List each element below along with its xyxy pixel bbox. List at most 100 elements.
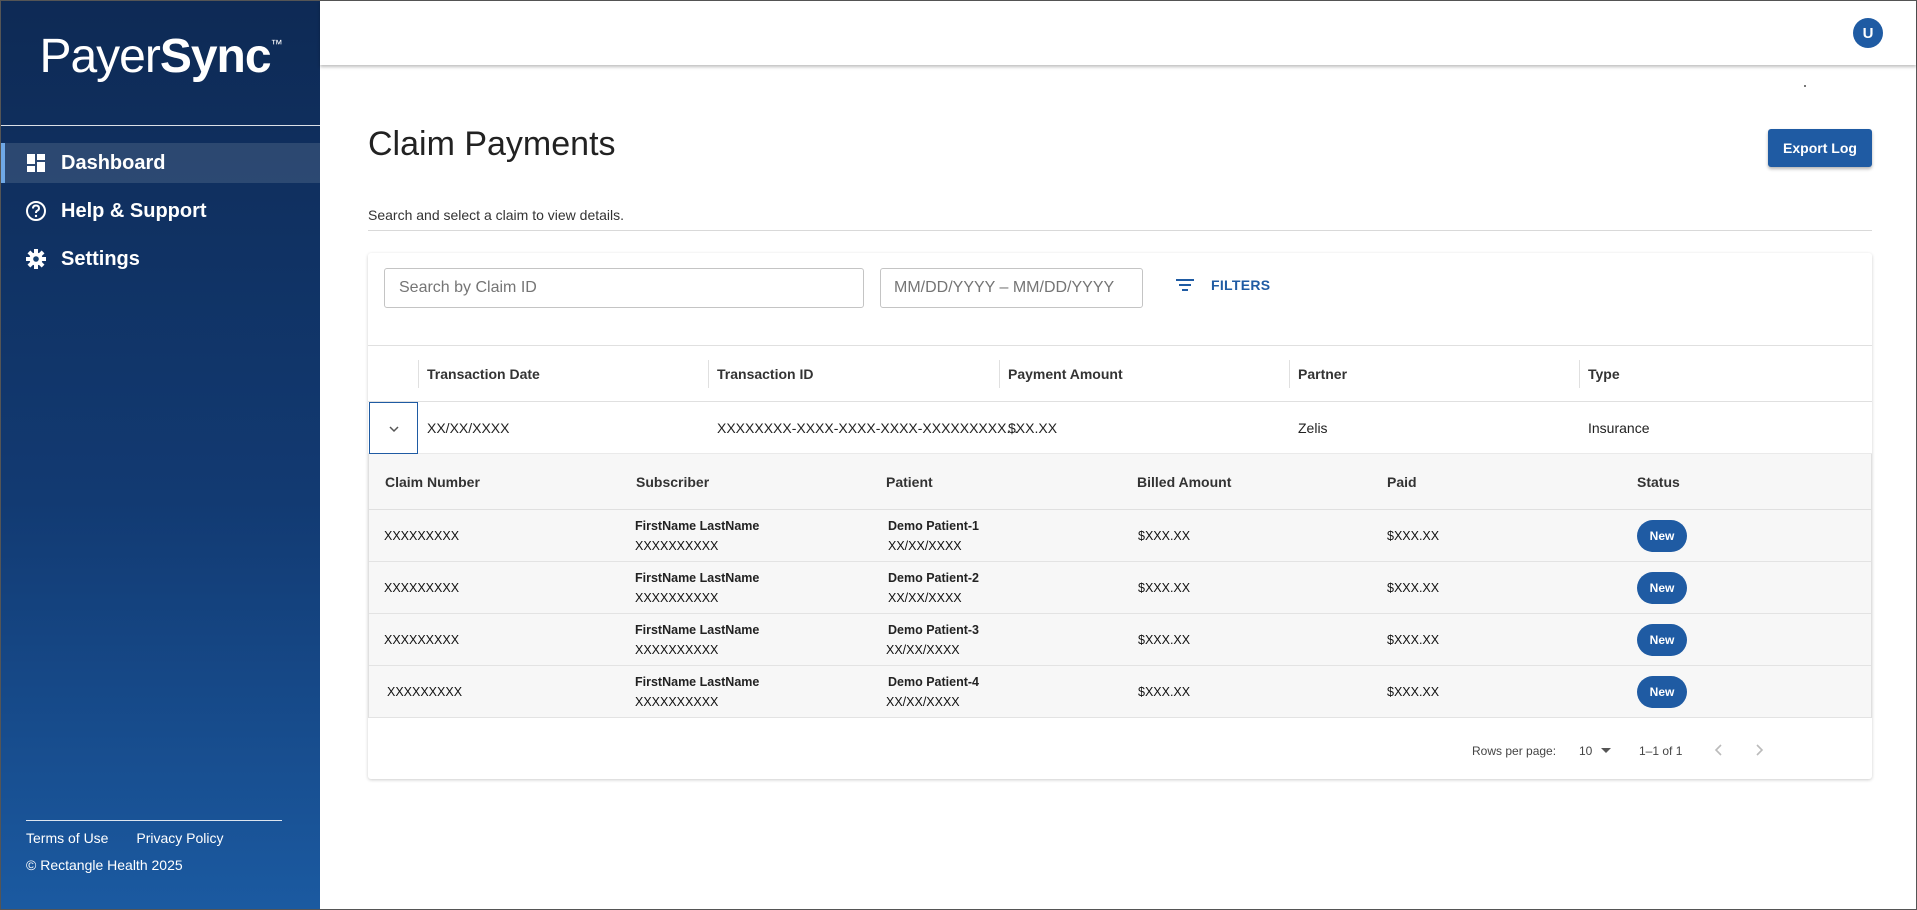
column-header-partner[interactable]: Partner bbox=[1289, 346, 1347, 402]
column-header-subscriber: Subscriber bbox=[636, 474, 710, 490]
sidebar-item-label: Dashboard bbox=[61, 151, 166, 174]
row-expand-button[interactable] bbox=[369, 402, 418, 454]
sidebar-footer: Terms of Use Privacy Policy © Rectangle … bbox=[26, 820, 282, 873]
privacy-policy-link[interactable]: Privacy Policy bbox=[136, 830, 223, 846]
column-header-claim-number: Claim Number bbox=[385, 474, 480, 490]
caret-down-icon bbox=[1601, 748, 1612, 754]
subscriber-name: FirstName LastName bbox=[635, 623, 760, 637]
claim-row[interactable]: XXXXXXXXX FirstName LastName XXXXXXXXXX … bbox=[369, 562, 1871, 614]
claims-detail-header: Claim Number Subscriber Patient Billed A… bbox=[369, 454, 1871, 510]
column-header-transaction-id[interactable]: Transaction ID bbox=[708, 346, 813, 402]
trademark-mark: ™ bbox=[270, 37, 283, 51]
patient-dob: XX/XX/XXXX bbox=[888, 591, 962, 605]
help-circle-icon bbox=[25, 200, 47, 222]
claim-number-cell: XXXXXXXXX bbox=[387, 685, 463, 699]
billed-amount-cell: $XXX.XX bbox=[1138, 581, 1191, 595]
rows-per-page-value: 10 bbox=[1579, 744, 1593, 758]
column-header-payment-amount[interactable]: Payment Amount bbox=[999, 346, 1123, 402]
paid-amount-cell: $XXX.XX bbox=[1387, 633, 1440, 647]
transactions-table: Transaction Date Transaction ID Payment … bbox=[368, 345, 1872, 718]
claim-number-cell: XXXXXXXXX bbox=[384, 633, 460, 647]
patient-dob: XX/XX/XXXX bbox=[886, 695, 960, 709]
date-range-input[interactable] bbox=[880, 268, 1143, 308]
status-badge[interactable]: New bbox=[1637, 572, 1687, 604]
partner-cell: Zelis bbox=[1298, 420, 1328, 436]
claim-row[interactable]: XXXXXXXXX FirstName LastName XXXXXXXXXX … bbox=[369, 666, 1871, 718]
claim-number-cell: XXXXXXXXX bbox=[384, 529, 460, 543]
billed-amount-cell: $XXX.XX bbox=[1138, 529, 1191, 543]
status-badge[interactable]: New bbox=[1637, 676, 1687, 708]
claims-card: FILTERS Transaction Date Transaction ID … bbox=[368, 253, 1872, 779]
chevron-down-icon bbox=[388, 420, 400, 436]
table-header: Transaction Date Transaction ID Payment … bbox=[368, 346, 1872, 402]
rows-per-page-label: Rows per page: bbox=[1472, 744, 1557, 758]
subscriber-name: FirstName LastName bbox=[635, 571, 760, 585]
table-row[interactable]: XX/XX/XXXX XXXXXXXX-XXXX-XXXX-XXXX-XXXXX… bbox=[368, 402, 1872, 454]
billed-amount-cell: $XXX.XX bbox=[1138, 685, 1191, 699]
column-header-paid: Paid bbox=[1387, 474, 1417, 490]
decorative-dot bbox=[1804, 85, 1806, 87]
sidebar-nav: Dashboard Help & Support Settings bbox=[1, 143, 320, 287]
sidebar-item-label: Settings bbox=[61, 247, 140, 270]
claim-row[interactable]: XXXXXXXXX FirstName LastName XXXXXXXXXX … bbox=[369, 614, 1871, 666]
logo-text-payer: Payer bbox=[39, 30, 160, 83]
chevron-left-icon bbox=[1714, 744, 1722, 756]
patient-name: Demo Patient-2 bbox=[888, 571, 979, 585]
copyright-text: © Rectangle Health 2025 bbox=[26, 857, 183, 873]
next-page-button[interactable] bbox=[1749, 740, 1769, 763]
column-header-status: Status bbox=[1637, 474, 1680, 490]
user-avatar[interactable]: U bbox=[1853, 18, 1883, 48]
sidebar-item-help-support[interactable]: Help & Support bbox=[1, 191, 320, 231]
patient-dob: XX/XX/XXXX bbox=[886, 643, 960, 657]
subscriber-cell: FirstName LastName XXXXXXXXXX bbox=[635, 516, 759, 556]
patient-cell: Demo Patient-4 XX/XX/XXXX bbox=[886, 672, 979, 712]
terms-of-use-link[interactable]: Terms of Use bbox=[26, 830, 108, 846]
filters-button[interactable]: FILTERS bbox=[1175, 277, 1270, 293]
pagination: Rows per page: 10 1–1 of 1 bbox=[1472, 737, 1872, 765]
gear-icon bbox=[25, 248, 47, 270]
transaction-date-cell: XX/XX/XXXX bbox=[427, 420, 510, 436]
sidebar-item-settings[interactable]: Settings bbox=[1, 239, 320, 279]
sidebar-divider bbox=[1, 125, 320, 126]
payersync-logo[interactable]: PayerSync™ bbox=[1, 29, 320, 84]
subscriber-cell: FirstName LastName XXXXXXXXXX bbox=[635, 568, 759, 608]
filter-list-icon bbox=[1175, 277, 1195, 293]
sidebar-item-label: Help & Support bbox=[61, 199, 207, 222]
page-subtitle: Search and select a claim to view detail… bbox=[368, 207, 625, 223]
claim-search-input[interactable] bbox=[384, 268, 864, 308]
dashboard-icon bbox=[25, 152, 47, 174]
subtitle-divider bbox=[368, 230, 1872, 231]
rows-per-page-select[interactable]: 10 bbox=[1579, 744, 1612, 758]
subscriber-id: XXXXXXXXXX bbox=[635, 591, 719, 605]
paid-amount-cell: $XXX.XX bbox=[1387, 529, 1440, 543]
subscriber-name: FirstName LastName bbox=[635, 519, 760, 533]
page-title: Claim Payments bbox=[368, 125, 616, 163]
export-log-button[interactable]: Export Log bbox=[1768, 129, 1872, 167]
logo-text-sync: Sync bbox=[159, 30, 272, 83]
subscriber-id: XXXXXXXXXX bbox=[635, 539, 719, 553]
patient-cell: Demo Patient-2 XX/XX/XXXX bbox=[888, 568, 979, 608]
paid-amount-cell: $XXX.XX bbox=[1387, 685, 1440, 699]
chevron-right-icon bbox=[1756, 744, 1764, 756]
transaction-id-cell: XXXXXXXX-XXXX-XXXX-XXXX-XXXXXXXXX... bbox=[717, 420, 1019, 436]
patient-dob: XX/XX/XXXX bbox=[888, 539, 962, 553]
patient-name: Demo Patient-3 bbox=[888, 623, 979, 637]
claims-detail-table: Claim Number Subscriber Patient Billed A… bbox=[368, 454, 1872, 718]
column-header-patient: Patient bbox=[886, 474, 933, 490]
payment-amount-cell: $XX.XX bbox=[1008, 420, 1058, 436]
status-badge[interactable]: New bbox=[1637, 520, 1687, 552]
top-app-bar: U bbox=[320, 1, 1916, 65]
patient-cell: Demo Patient-3 XX/XX/XXXX bbox=[886, 620, 979, 660]
subscriber-cell: FirstName LastName XXXXXXXXXX bbox=[635, 620, 759, 660]
claim-number-cell: XXXXXXXXX bbox=[384, 581, 460, 595]
previous-page-button[interactable] bbox=[1709, 740, 1729, 763]
sidebar-item-dashboard[interactable]: Dashboard bbox=[1, 143, 320, 183]
column-header-type[interactable]: Type bbox=[1579, 346, 1620, 402]
column-header-transaction-date[interactable]: Transaction Date bbox=[418, 346, 540, 402]
claim-row[interactable]: XXXXXXXXX FirstName LastName XXXXXXXXXX … bbox=[369, 510, 1871, 562]
type-cell: Insurance bbox=[1588, 420, 1650, 436]
paid-amount-cell: $XXX.XX bbox=[1387, 581, 1440, 595]
status-badge[interactable]: New bbox=[1637, 624, 1687, 656]
patient-cell: Demo Patient-1 XX/XX/XXXX bbox=[888, 516, 979, 556]
subscriber-cell: FirstName LastName XXXXXXXXXX bbox=[635, 672, 759, 712]
